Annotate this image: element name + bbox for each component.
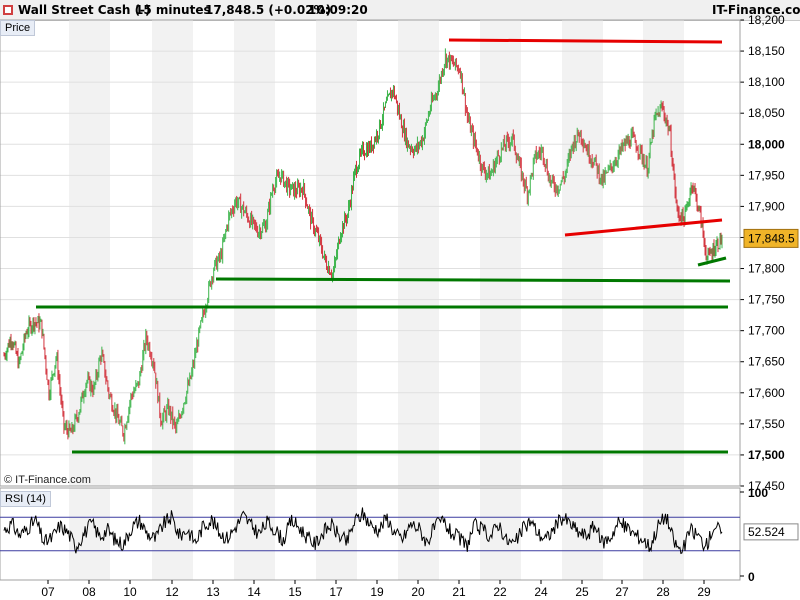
x-tick-label: 24 [534, 585, 548, 599]
x-tick-label: 07 [41, 585, 55, 599]
day-shade [234, 20, 275, 486]
price-tick-label: 17,600 [748, 386, 785, 400]
x-tick-label: 17 [329, 585, 343, 599]
price-tick-label: 18,150 [748, 44, 785, 58]
price-tick-label: 17,750 [748, 293, 785, 307]
day-shade [480, 20, 521, 486]
x-tick-label: 28 [656, 585, 670, 599]
resistance-line [448, 38, 723, 44]
rsi-panel-frame [0, 487, 741, 581]
x-tick-label: 12 [165, 585, 179, 599]
rsi-panel-label: RSI (14) [0, 491, 51, 507]
last-price-label: 17,848.5 [748, 231, 795, 245]
x-tick-label: 19 [370, 585, 384, 599]
rsi-last-label: 52.524 [748, 525, 785, 539]
copyright: © IT-Finance.com [4, 474, 91, 486]
rsi-line [3, 507, 723, 555]
x-tick-label: 27 [615, 585, 629, 599]
chart-canvas: 17,45017,50017,55017,60017,65017,70017,7… [0, 13, 799, 599]
rsi-tick-label: 100 [748, 486, 768, 500]
day-shade [643, 488, 684, 580]
support-line [215, 277, 731, 283]
day-shade [398, 20, 439, 486]
x-tick-label: 14 [247, 585, 261, 599]
price-tick-label: 17,800 [748, 262, 785, 276]
price-tick-label: 17,650 [748, 355, 785, 369]
x-tick-label: 25 [575, 585, 589, 599]
price-tick-label: 17,950 [748, 168, 785, 182]
price-tick-label: 17,550 [748, 417, 785, 431]
rsi-tick-label: 0 [748, 570, 755, 584]
day-shade [643, 20, 684, 486]
price-panel-frame [0, 19, 741, 487]
price-tick-label: 17,700 [748, 324, 785, 338]
price-tick-label: 18,200 [748, 13, 785, 27]
x-tick-label: 29 [697, 585, 711, 599]
price-tick-label: 18,000 [748, 137, 785, 151]
day-shade [562, 20, 603, 486]
x-tick-label: 08 [82, 585, 96, 599]
price-panel-label: Price [0, 20, 36, 36]
x-tick-label: 22 [493, 585, 507, 599]
x-tick-label: 21 [452, 585, 466, 599]
x-tick-label: 20 [411, 585, 425, 599]
x-tick-label: 10 [123, 585, 137, 599]
price-tick-label: 18,100 [748, 75, 785, 89]
x-tick-label: 13 [206, 585, 220, 599]
price-tick-label: 17,500 [748, 448, 785, 462]
price-tick-label: 18,050 [748, 106, 785, 120]
x-tick-label: 15 [288, 585, 302, 599]
price-tick-label: 17,900 [748, 199, 785, 213]
